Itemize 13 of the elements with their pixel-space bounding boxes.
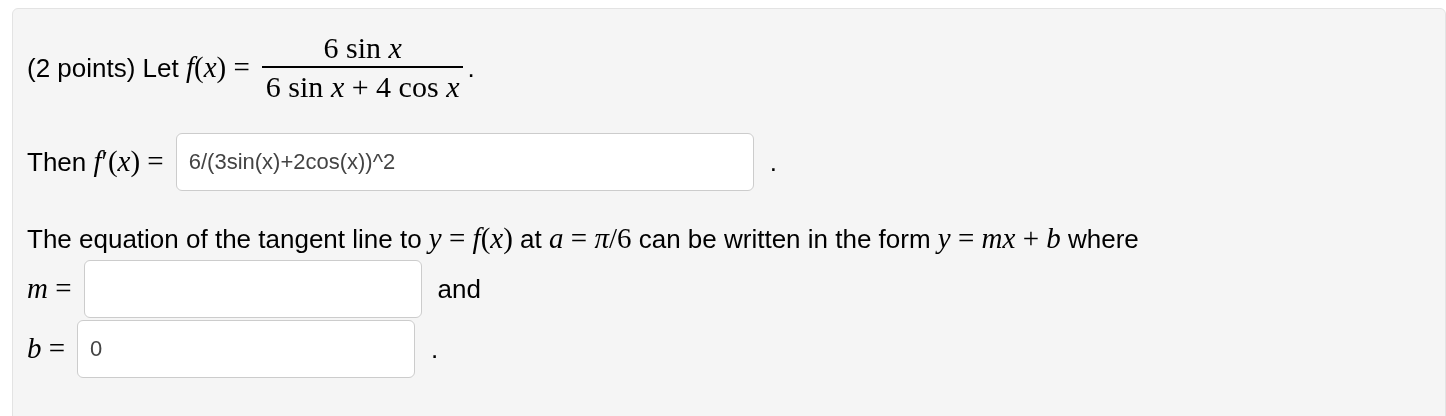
- slope-answer-field[interactable]: [83, 260, 422, 318]
- period: .: [431, 332, 439, 366]
- derivative-answer-field[interactable]: 6/(3sin(x)+2cos(x))^2: [175, 133, 754, 191]
- intercept-answer-field[interactable]: 0: [77, 320, 416, 378]
- intercept-label: b =: [27, 331, 66, 367]
- slope-label: m =: [27, 271, 72, 307]
- period: .: [467, 51, 475, 85]
- period: .: [769, 145, 777, 179]
- fraction: 6 sin x 6 sin x + 4 cos x: [261, 30, 464, 106]
- derivative-label: Then f′(x) =: [27, 144, 164, 180]
- conjunction: and: [437, 272, 481, 306]
- tangent-question: The equation of the tangent line to y = f(x) at a = π/6 can be written in the form y = mx + b where: [27, 221, 1140, 256]
- problem-statement: (2 points) Let f(x) =: [27, 50, 250, 86]
